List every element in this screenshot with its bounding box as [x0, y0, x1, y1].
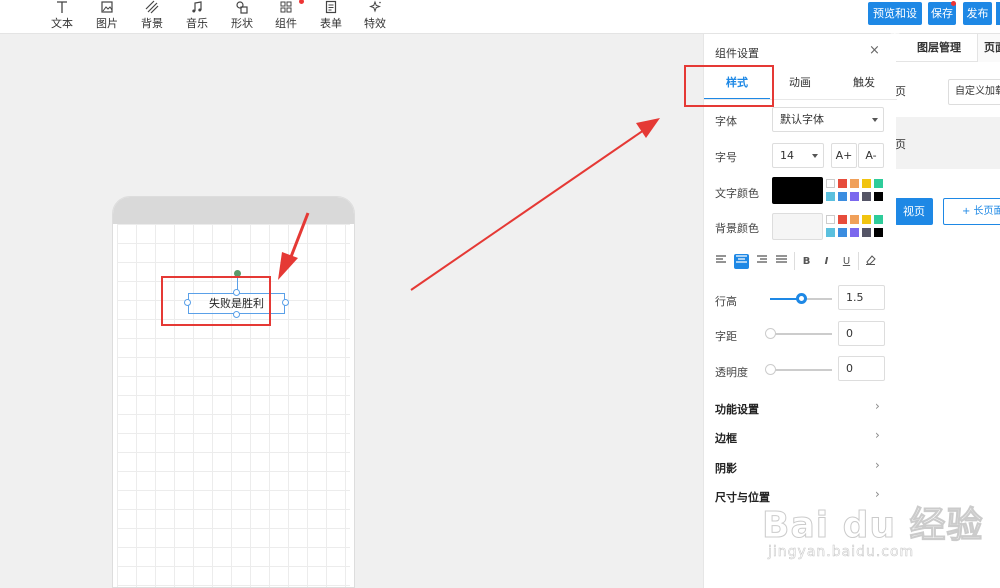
- watermark-brand: Bai du 经验: [762, 505, 984, 547]
- annotation-arrow-canvas: [287, 212, 310, 263]
- baidu-watermark: Bai du 经验 jingyan.baidu.com: [762, 482, 992, 582]
- watermark-url: jingyan.baidu.com: [768, 544, 915, 561]
- arrow-head-icon: [278, 252, 298, 280]
- arrow-head-icon: [636, 118, 660, 138]
- annotation-arrow-panel: [410, 129, 645, 291]
